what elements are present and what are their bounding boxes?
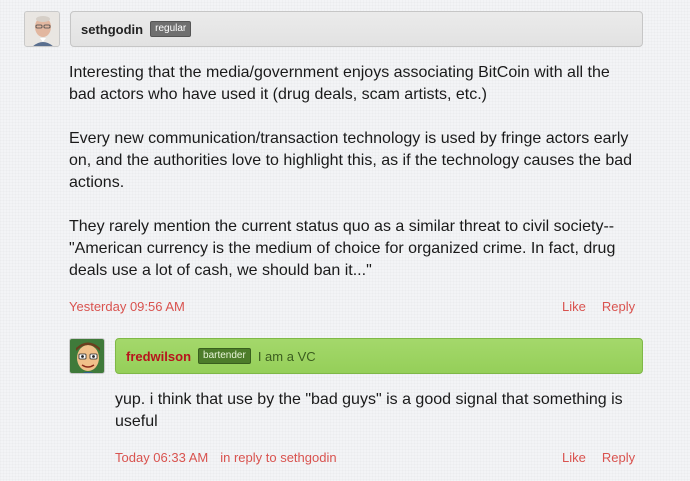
user-badge: regular	[150, 21, 192, 37]
username-link[interactable]: fredwilson	[126, 349, 191, 364]
like-button[interactable]: Like	[562, 299, 586, 314]
user-badge: bartender	[198, 348, 251, 364]
user-tagline: I am a VC	[257, 348, 316, 364]
comment-actions: Like Reply	[562, 450, 635, 465]
timestamp-link[interactable]: Yesterday 09:56 AM	[69, 299, 185, 314]
reply-button[interactable]: Reply	[602, 450, 635, 465]
person-photo-icon	[25, 12, 59, 46]
avatar-sethgodin[interactable]	[24, 11, 60, 47]
comment-meta: Yesterday 09:56 AM	[69, 299, 185, 314]
comment-paragraph: Every new communication/transaction tech…	[69, 130, 633, 191]
comment-body: Interesting that the media/government en…	[69, 62, 639, 282]
comment-meta: Today 06:33 AM in reply to sethgodin	[115, 450, 337, 465]
reply-button[interactable]: Reply	[602, 299, 635, 314]
avatar-fredwilson[interactable]	[69, 338, 105, 374]
comment-paragraph: yup. i think that use by the "bad guys" …	[115, 391, 623, 430]
comment-body: yup. i think that use by the "bad guys" …	[115, 389, 635, 433]
comment-actions: Like Reply	[562, 299, 635, 314]
comment-header: sethgodin regular	[70, 11, 643, 47]
timestamp-link[interactable]: Today 06:33 AM	[115, 450, 208, 465]
in-reply-to-link[interactable]: in reply to sethgodin	[220, 450, 336, 465]
comment-header: fredwilson bartender I am a VC	[115, 338, 643, 374]
comment-paragraph: Interesting that the media/government en…	[69, 64, 610, 103]
comment-paragraph: They rarely mention the current status q…	[69, 218, 616, 279]
cartoon-avatar-icon	[70, 339, 104, 373]
username-link[interactable]: sethgodin	[81, 22, 143, 37]
like-button[interactable]: Like	[562, 450, 586, 465]
